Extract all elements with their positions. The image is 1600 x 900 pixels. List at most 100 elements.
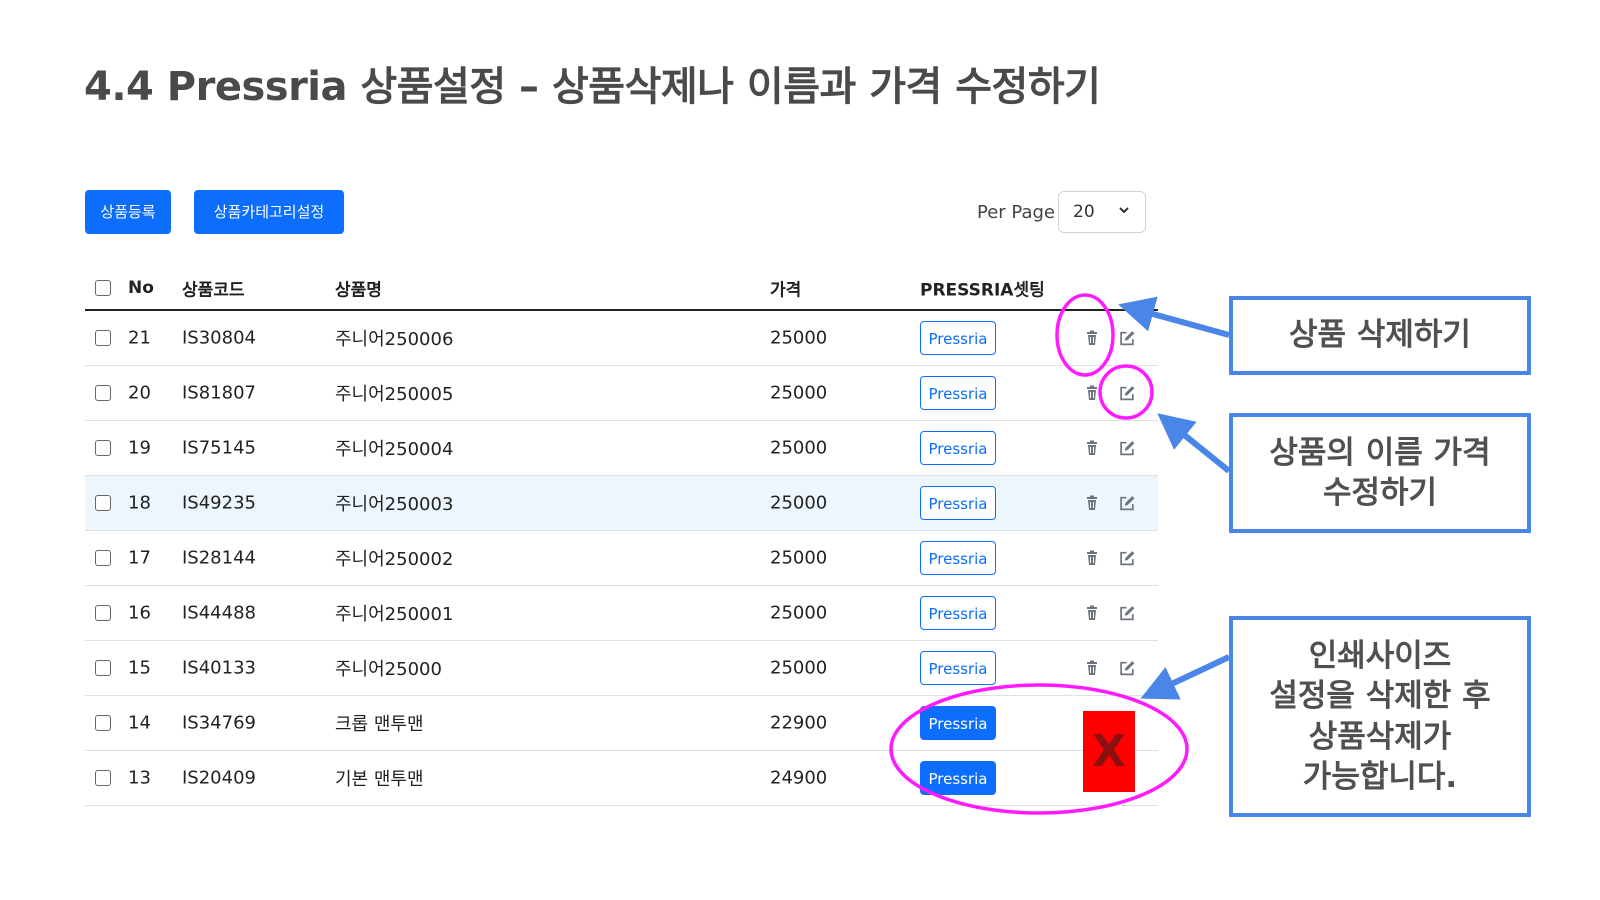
row-price: 22900: [770, 712, 828, 734]
row-no: 21: [128, 327, 151, 349]
row-price: 25000: [770, 602, 828, 624]
row-code: IS34769: [182, 712, 256, 734]
edit-icon[interactable]: [1119, 440, 1136, 457]
product-category-settings-button[interactable]: 상품카테고리설정: [194, 190, 344, 234]
row-checkbox[interactable]: [95, 440, 111, 456]
callout-edit-text: 상품의 이름 가격 수정하기: [1269, 434, 1491, 511]
trash-icon[interactable]: [1084, 660, 1100, 676]
row-checkbox[interactable]: [95, 495, 111, 511]
pressria-button[interactable]: Pressria: [920, 596, 996, 630]
row-price: 25000: [770, 437, 828, 459]
trash-icon[interactable]: [1084, 605, 1100, 621]
row-code: IS20409: [182, 767, 256, 789]
row-no: 17: [128, 547, 151, 569]
row-checkbox[interactable]: [95, 385, 111, 401]
arrow-edit: [1157, 413, 1231, 474]
per-page-label: Per Page: [977, 202, 1055, 223]
row-price: 25000: [770, 657, 828, 679]
row-price: 25000: [770, 492, 828, 514]
header-pressria: PRESSRIA셋팅: [920, 280, 1045, 300]
row-name: 기본 맨투맨: [335, 769, 424, 790]
callout-print-size: 인쇄사이즈 설정을 삭제한 후 상품삭제가 가능합니다.: [1229, 616, 1531, 817]
header-code: 상품코드: [182, 280, 245, 300]
row-price: 25000: [770, 382, 828, 404]
trash-icon[interactable]: [1084, 440, 1100, 456]
row-price: 24900: [770, 767, 828, 789]
row-no: 15: [128, 657, 151, 679]
pressria-button[interactable]: Pressria: [920, 431, 996, 465]
row-checkbox[interactable]: [95, 605, 111, 621]
row-no: 19: [128, 437, 151, 459]
row-name: 주니어250005: [335, 384, 454, 405]
header-no: No: [128, 277, 154, 298]
row-name: 주니어250006: [335, 329, 454, 350]
row-no: 14: [128, 712, 151, 734]
row-checkbox[interactable]: [95, 660, 111, 676]
trash-icon[interactable]: [1084, 385, 1100, 401]
callout-delete-text: 상품 삭제하기: [1289, 317, 1471, 354]
row-name: 주니어250003: [335, 494, 454, 515]
table-row: 14 IS34769 크롭 맨투맨 22900 Pressria: [85, 696, 1158, 751]
row-code: IS40133: [182, 657, 256, 679]
row-name: 주니어250002: [335, 549, 454, 570]
table-row: 18 IS49235 주니어250003 25000 Pressria: [85, 476, 1158, 531]
trash-icon[interactable]: [1084, 330, 1100, 346]
row-code: IS75145: [182, 437, 256, 459]
table-header: No 상품코드 상품명 가격 PRESSRIA셋팅: [85, 266, 1158, 311]
header-name: 상품명: [335, 280, 382, 300]
row-price: 25000: [770, 547, 828, 569]
edit-icon[interactable]: [1119, 495, 1136, 512]
pressria-button[interactable]: Pressria: [920, 541, 996, 575]
row-code: IS81807: [182, 382, 256, 404]
edit-icon[interactable]: [1119, 605, 1136, 622]
table-row: 15 IS40133 주니어25000 25000 Pressria: [85, 641, 1158, 696]
pressria-button[interactable]: Pressria: [920, 376, 996, 410]
table-row: 13 IS20409 기본 맨투맨 24900 Pressria: [85, 751, 1158, 806]
pressria-button[interactable]: Pressria: [920, 486, 996, 520]
product-table: No 상품코드 상품명 가격 PRESSRIA셋팅 21 IS30804 주니어…: [85, 266, 1158, 806]
row-checkbox[interactable]: [95, 770, 111, 786]
row-code: IS49235: [182, 492, 256, 514]
pressria-button[interactable]: Pressria: [920, 651, 996, 685]
row-code: IS44488: [182, 602, 256, 624]
edit-icon[interactable]: [1119, 550, 1136, 567]
page-title: 4.4 Pressria 상품설정 – 상품삭제나 이름과 가격 수정하기: [84, 64, 1101, 110]
callout-edit: 상품의 이름 가격 수정하기: [1229, 413, 1531, 533]
per-page-value: 20: [1073, 202, 1095, 222]
arrow-print-size: [1140, 654, 1231, 700]
trash-icon[interactable]: [1084, 495, 1100, 511]
product-register-button[interactable]: 상품등록: [85, 190, 171, 234]
header-price: 가격: [770, 280, 802, 300]
row-price: 25000: [770, 327, 828, 349]
callout-delete: 상품 삭제하기: [1229, 296, 1531, 375]
edit-icon[interactable]: [1119, 330, 1136, 347]
select-all-checkbox[interactable]: [95, 279, 111, 296]
row-no: 16: [128, 602, 151, 624]
row-name: 주니어25000: [335, 659, 442, 680]
table-row: 17 IS28144 주니어250002 25000 Pressria: [85, 531, 1158, 586]
edit-icon[interactable]: [1119, 385, 1136, 402]
row-name: 크롭 맨투맨: [335, 714, 424, 735]
table-row: 20 IS81807 주니어250005 25000 Pressria: [85, 366, 1158, 421]
table-row: 19 IS75145 주니어250004 25000 Pressria: [85, 421, 1158, 476]
row-checkbox[interactable]: [95, 330, 111, 346]
edit-icon[interactable]: [1119, 660, 1136, 677]
row-no: 13: [128, 767, 151, 789]
row-name: 주니어250004: [335, 439, 454, 460]
row-code: IS30804: [182, 327, 256, 349]
row-no: 20: [128, 382, 151, 404]
table-row: 21 IS30804 주니어250006 25000 Pressria: [85, 311, 1158, 366]
pressria-button[interactable]: Pressria: [920, 761, 996, 795]
per-page-select[interactable]: 20: [1058, 191, 1146, 233]
pressria-button[interactable]: Pressria: [920, 321, 996, 355]
callout-print-size-text: 인쇄사이즈 설정을 삭제한 후 상품삭제가 가능합니다.: [1269, 637, 1491, 795]
row-name: 주니어250001: [335, 604, 454, 625]
delete-blocked-mark: X: [1083, 711, 1135, 792]
chevron-down-icon: [1119, 207, 1129, 214]
trash-icon[interactable]: [1084, 550, 1100, 566]
row-code: IS28144: [182, 547, 256, 569]
pressria-button[interactable]: Pressria: [920, 706, 996, 740]
row-checkbox[interactable]: [95, 550, 111, 566]
row-no: 18: [128, 492, 151, 514]
row-checkbox[interactable]: [95, 715, 111, 731]
